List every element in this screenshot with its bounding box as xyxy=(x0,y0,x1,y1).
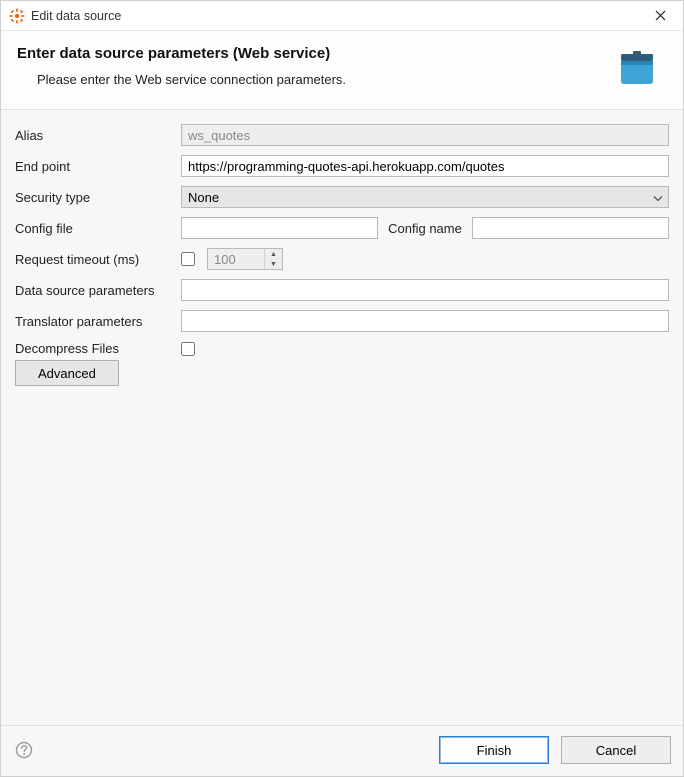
app-gear-icon xyxy=(9,8,25,24)
advanced-button[interactable]: Advanced xyxy=(15,360,119,386)
help-button[interactable] xyxy=(13,739,35,761)
datasource-params-label: Data source parameters xyxy=(15,283,175,298)
request-timeout-label: Request timeout (ms) xyxy=(15,252,175,267)
alias-label: Alias xyxy=(15,128,175,143)
cancel-button[interactable]: Cancel xyxy=(561,736,671,764)
config-file-label: Config file xyxy=(15,221,175,236)
translator-params-input[interactable] xyxy=(181,310,669,332)
config-name-input[interactable] xyxy=(472,217,669,239)
help-icon xyxy=(15,741,33,759)
request-timeout-checkbox[interactable] xyxy=(181,252,195,266)
endpoint-input[interactable] xyxy=(181,155,669,177)
page-subtitle: Please enter the Web service connection … xyxy=(37,72,601,87)
decompress-files-checkbox[interactable] xyxy=(181,342,195,356)
security-type-label: Security type xyxy=(15,190,175,205)
page-title: Enter data source parameters (Web servic… xyxy=(17,45,601,62)
close-icon xyxy=(655,10,666,21)
form-area: Alias End point Security type Config fil… xyxy=(1,110,683,725)
datasource-box-icon xyxy=(613,45,661,93)
alias-input xyxy=(181,124,669,146)
window-title: Edit data source xyxy=(31,9,121,23)
finish-button[interactable]: Finish xyxy=(439,736,549,764)
request-timeout-value xyxy=(208,249,264,269)
footer-bar: Finish Cancel xyxy=(1,725,683,776)
close-button[interactable] xyxy=(637,1,683,31)
config-file-input[interactable] xyxy=(181,217,378,239)
translator-params-label: Translator parameters xyxy=(15,314,175,329)
endpoint-label: End point xyxy=(15,159,175,174)
request-timeout-spinner[interactable]: ▲ ▼ xyxy=(207,248,283,270)
dialog-window: Edit data source Enter data source param… xyxy=(0,0,684,777)
header-pane: Enter data source parameters (Web servic… xyxy=(1,31,683,110)
spinner-up-icon[interactable]: ▲ xyxy=(265,249,282,259)
titlebar: Edit data source xyxy=(1,1,683,31)
datasource-params-input[interactable] xyxy=(181,279,669,301)
security-type-select[interactable] xyxy=(181,186,669,208)
config-name-label: Config name xyxy=(384,221,466,236)
decompress-files-label: Decompress Files xyxy=(15,341,175,356)
spinner-down-icon[interactable]: ▼ xyxy=(265,259,282,269)
